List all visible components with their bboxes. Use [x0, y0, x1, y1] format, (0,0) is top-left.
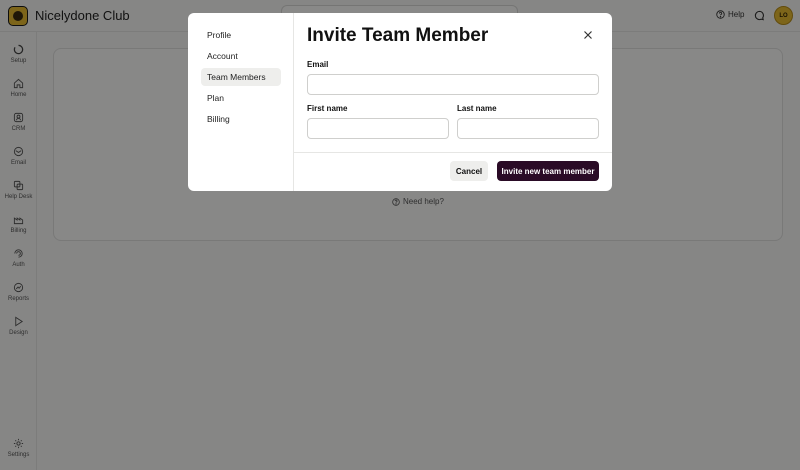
- nav-item-billing[interactable]: Billing: [201, 110, 281, 128]
- nav-item-team-members[interactable]: Team Members: [201, 68, 281, 86]
- last-name-field[interactable]: [457, 118, 599, 139]
- last-name-label: Last name: [457, 104, 497, 113]
- modal-title: Invite Team Member: [307, 25, 489, 46]
- invite-modal: Profile Account Team Members Plan Billin…: [188, 13, 612, 191]
- invite-button[interactable]: Invite new team member: [497, 161, 599, 181]
- settings-nav: Profile Account Team Members Plan Billin…: [188, 13, 294, 191]
- footer-divider: [294, 152, 612, 153]
- close-icon[interactable]: [583, 30, 593, 40]
- email-label: Email: [307, 60, 329, 69]
- email-field[interactable]: [307, 74, 599, 95]
- cancel-button[interactable]: Cancel: [450, 161, 488, 181]
- modal-body: Invite Team Member Email First name Last…: [294, 13, 612, 191]
- first-name-label: First name: [307, 104, 348, 113]
- nav-item-account[interactable]: Account: [201, 47, 281, 65]
- nav-item-profile[interactable]: Profile: [201, 26, 281, 44]
- first-name-field[interactable]: [307, 118, 449, 139]
- nav-item-plan[interactable]: Plan: [201, 89, 281, 107]
